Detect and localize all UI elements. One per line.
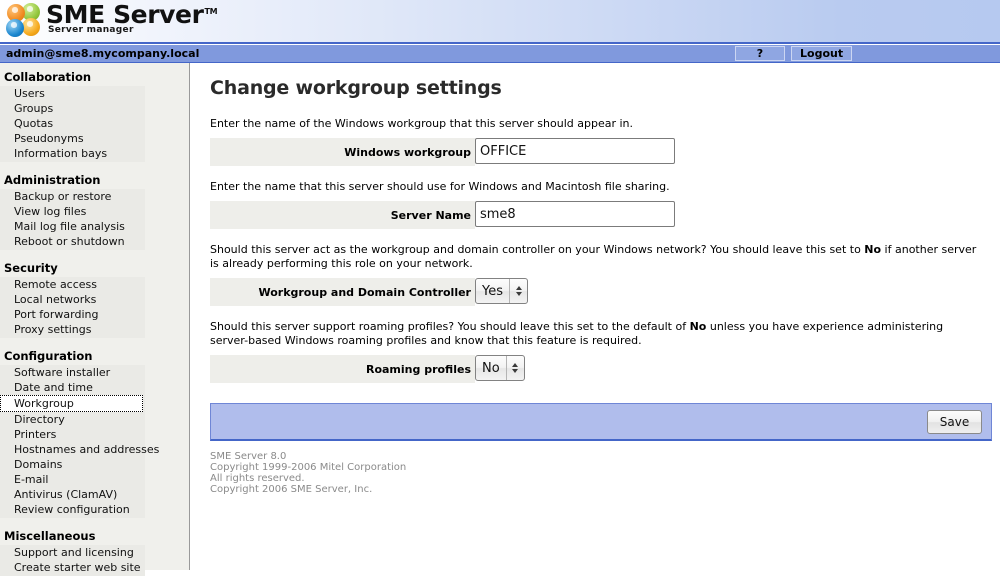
sidebar-item-view-log-files[interactable]: View log files <box>0 204 145 219</box>
page-title: Change workgroup settings <box>210 77 502 99</box>
sidebar-item-list: Users Groups Quotas Pseudonyms Information b… <box>0 86 145 162</box>
sidebar-heading: Collaboration <box>4 70 92 84</box>
sidebar-section-gap <box>0 250 189 258</box>
footer-line-copyright-sme: Copyright 2006 SME Server, Inc. <box>210 484 373 495</box>
sidebar-item-directory[interactable]: Directory <box>0 412 145 427</box>
sidebar-item-list: Remote access Local networks Port forwardi… <box>0 277 145 338</box>
sidebar-item-proxy-settings[interactable]: Proxy settings <box>0 322 145 337</box>
navigation-sidebar: Collaboration Users Groups Quotas Pseudonyms… <box>0 63 190 576</box>
sidebar-item-users[interactable]: Users <box>0 86 145 101</box>
footer-line-copyright-mitel: Copyright 1999-2006 Mitel Corporation <box>210 462 407 473</box>
sidebar-item-quotas[interactable]: Quotas <box>0 116 145 131</box>
sidebar-heading: Configuration <box>4 349 93 363</box>
roaming-profiles-selected-value: No <box>482 360 500 376</box>
sidebar-item-date-and-time[interactable]: Date and time <box>0 380 145 395</box>
sidebar-item-list: Software installer Date and time Workgroup… <box>0 365 159 518</box>
logged-in-user-label: admin@sme8.mycompany.local <box>6 47 200 60</box>
sidebar-item-antivirus-clamav[interactable]: Antivirus (ClamAV) <box>0 487 145 502</box>
roaming-help-part1: Should this server support roaming profi… <box>210 320 690 333</box>
sidebar-item-review-configuration[interactable]: Review configuration <box>0 502 145 517</box>
sidebar-item-workgroup[interactable]: Workgroup <box>0 395 143 412</box>
sidebar-section-security: Security Remote access Local networks Port … <box>0 260 189 346</box>
sidebar-section-gap <box>0 576 189 584</box>
chevron-up-icon <box>515 286 522 290</box>
footer-line-rights: All rights reserved. <box>210 473 305 484</box>
servername-label: Server Name <box>210 201 475 229</box>
four-spheres-logo-icon <box>6 3 42 39</box>
sidebar-item-pseudonyms[interactable]: Pseudonyms <box>0 131 145 146</box>
domain-controller-label: Workgroup and Domain Controller <box>210 278 475 306</box>
sidebar-section-miscellaneous: Miscellaneous Support and licensing Create… <box>0 528 189 584</box>
sidebar-section-gap <box>0 338 189 346</box>
sidebar-item-mail-log-file-analysis[interactable]: Mail log file analysis <box>0 219 145 234</box>
main-content: Change workgroup settings Enter the name… <box>190 63 1000 570</box>
help-button[interactable]: ? <box>735 46 785 61</box>
roaming-profiles-label: Roaming profiles <box>210 355 475 383</box>
sme-logo: SME ServerTM Server manager <box>6 0 218 39</box>
logout-button[interactable]: Logout <box>791 46 853 61</box>
app-banner: SME ServerTM Server manager <box>0 0 1000 44</box>
domain-controller-selected-value: Yes <box>482 283 503 299</box>
save-button[interactable]: Save <box>927 409 982 434</box>
roaming-profiles-help-text: Should this server support roaming profi… <box>210 320 980 348</box>
sidebar-section-administration: Administration Backup or restore View log … <box>0 172 189 258</box>
sidebar-item-port-forwarding[interactable]: Port forwarding <box>0 307 145 322</box>
chevron-down-icon <box>515 292 522 296</box>
footer-copyright: SME Server 8.0 Copyright 1999-2006 Mitel… <box>210 451 986 495</box>
sidebar-heading: Administration <box>4 173 101 187</box>
sidebar-item-reboot-or-shutdown[interactable]: Reboot or shutdown <box>0 234 145 249</box>
sidebar-heading: Security <box>4 261 58 275</box>
product-name: SME ServerTM <box>46 0 218 29</box>
sidebar-item-backup-or-restore[interactable]: Backup or restore <box>0 189 145 204</box>
sidebar-heading: Miscellaneous <box>4 529 96 543</box>
chevron-up-icon <box>512 363 519 367</box>
sidebar-item-printers[interactable]: Printers <box>0 427 145 442</box>
workgroup-input[interactable] <box>475 138 675 164</box>
logo-sphere-blue-icon <box>6 19 24 37</box>
field-row-servername: Server Name <box>210 201 986 229</box>
workgroup-help-text: Enter the name of the Windows workgroup … <box>210 117 633 130</box>
footer-line-version: SME Server 8.0 <box>210 451 287 462</box>
servername-input[interactable] <box>475 201 675 227</box>
sidebar-section-gap <box>0 518 189 526</box>
sidebar-item-domains[interactable]: Domains <box>0 457 145 472</box>
sidebar-section-configuration: Configuration Software installer Date and … <box>0 348 189 526</box>
dc-help-part1: Should this server act as the workgroup … <box>210 243 865 256</box>
chevron-updown-icon <box>505 356 524 380</box>
adminbar-actions: ? Logout <box>735 46 853 61</box>
sidebar-section-gap <box>0 162 189 170</box>
sidebar-item-local-networks[interactable]: Local networks <box>0 292 145 307</box>
brand-wordmark: SME ServerTM Server manager <box>46 0 218 36</box>
sidebar-item-hostnames-and-addresses[interactable]: Hostnames and addresses <box>0 442 159 457</box>
sidebar-item-list: Backup or restore View log files Mail log … <box>0 189 145 250</box>
admin-status-bar: admin@sme8.mycompany.local ? Logout <box>0 44 1000 63</box>
domain-controller-select[interactable]: Yes <box>475 278 528 304</box>
workgroup-label: Windows workgroup <box>210 138 475 166</box>
chevron-updown-icon <box>509 279 527 303</box>
roaming-help-emphasis: No <box>689 320 707 333</box>
trademark-mark: TM <box>204 6 218 16</box>
sidebar-item-information-bays[interactable]: Information bays <box>0 146 145 161</box>
field-row-domain-controller: Workgroup and Domain Controller Yes <box>210 278 986 306</box>
field-row-workgroup: Windows workgroup <box>210 138 986 166</box>
product-name-text: SME Server <box>46 0 204 29</box>
logo-sphere-yellow-icon <box>22 18 40 36</box>
sidebar-item-e-mail[interactable]: E-mail <box>0 472 145 487</box>
chevron-down-icon <box>512 369 519 373</box>
sidebar-item-remote-access[interactable]: Remote access <box>0 277 145 292</box>
sidebar-item-software-installer[interactable]: Software installer <box>0 365 145 380</box>
sidebar-item-support-and-licensing[interactable]: Support and licensing <box>0 545 145 560</box>
roaming-profiles-select[interactable]: No <box>475 355 525 381</box>
field-row-roaming-profiles: Roaming profiles No <box>210 355 986 383</box>
sidebar-item-groups[interactable]: Groups <box>0 101 145 116</box>
page-body: Collaboration Users Groups Quotas Pseudonyms… <box>0 63 1000 576</box>
sidebar-section-collaboration: Collaboration Users Groups Quotas Pseudonyms… <box>0 69 189 170</box>
domain-controller-help-text: Should this server act as the workgroup … <box>210 243 980 271</box>
sidebar-item-create-starter-web-site[interactable]: Create starter web site <box>0 560 145 575</box>
save-action-bar: Save <box>210 403 992 441</box>
servername-help-text: Enter the name that this server should u… <box>210 180 670 193</box>
sidebar-item-list: Support and licensing Create starter web … <box>0 545 145 576</box>
dc-help-emphasis: No <box>864 243 882 256</box>
